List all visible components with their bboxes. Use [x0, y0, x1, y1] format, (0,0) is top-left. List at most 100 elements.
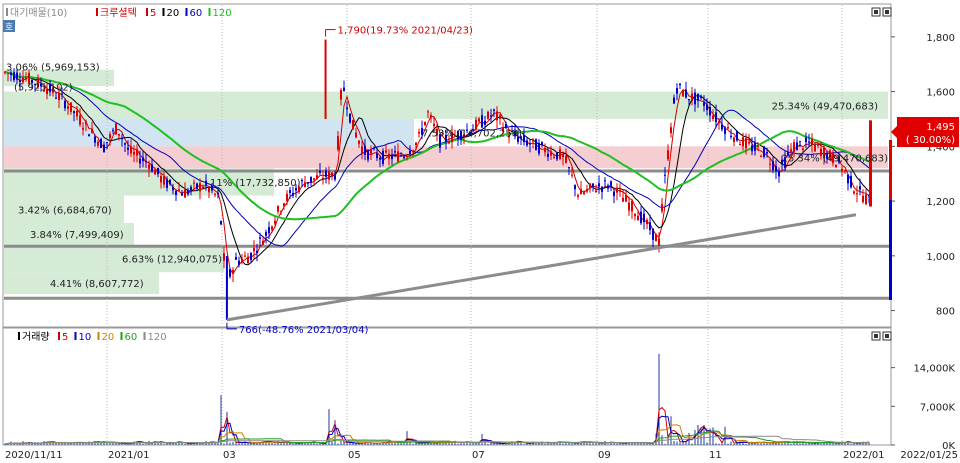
- trough-label: 766(-48.76% 2021/03/04): [239, 325, 369, 336]
- candle-body: [268, 227, 270, 234]
- candle-body: [484, 120, 486, 125]
- candle-body: [721, 124, 723, 130]
- candle-body: [703, 102, 705, 106]
- candle-body: [166, 179, 168, 188]
- candle-body: [682, 90, 684, 97]
- candle-body: [22, 77, 24, 83]
- candle-body: [547, 153, 549, 157]
- candle-body: [58, 93, 60, 101]
- candle-body: [127, 147, 129, 150]
- candle-body: [850, 176, 852, 188]
- candle-body: [496, 111, 498, 121]
- candle-body: [553, 156, 555, 158]
- candle-body: [673, 97, 675, 104]
- candle-body: [808, 141, 810, 143]
- candle-body: [325, 170, 327, 177]
- candle-body: [346, 107, 348, 110]
- candle-body: [664, 174, 666, 176]
- legend-swatch: [97, 332, 100, 340]
- last-price-pointer: [891, 126, 897, 138]
- candle-body: [124, 143, 126, 145]
- candle-body: [730, 135, 732, 138]
- candle-body: [670, 127, 672, 134]
- candle-body: [241, 258, 243, 263]
- candle-body: [106, 142, 108, 144]
- date-label: 11: [709, 450, 722, 461]
- candle-body: [625, 195, 627, 202]
- candle-body: [718, 121, 720, 124]
- band-label: 3.42% (6,684,670): [18, 205, 112, 216]
- legend-label: 120: [213, 8, 232, 19]
- legend-swatch: [6, 8, 8, 16]
- legend-swatch: [146, 8, 148, 16]
- candle-body: [859, 186, 861, 190]
- candle-body: [748, 141, 750, 144]
- candle-body: [310, 176, 312, 183]
- candle-body: [193, 182, 195, 184]
- band-label: 4.41% (8,607,772): [50, 279, 144, 290]
- candle-body: [328, 171, 330, 180]
- candle-body: [583, 192, 585, 195]
- candle-body: [139, 158, 141, 164]
- candle-body: [277, 205, 279, 212]
- candle-body: [376, 152, 378, 159]
- candle-body: [130, 146, 132, 154]
- candle-body: [79, 115, 81, 125]
- candle-body: [253, 248, 255, 252]
- candle-body: [91, 128, 93, 133]
- candle-body: [568, 167, 570, 169]
- price-tick-label: 800: [936, 307, 955, 318]
- candle-body: [775, 166, 777, 172]
- candle-body: [322, 177, 324, 179]
- candle-body: [55, 97, 57, 99]
- candle-body: [619, 189, 621, 191]
- volume-ma-10: [5, 415, 870, 445]
- legend-label: 거래량: [22, 331, 50, 343]
- candle-body: [841, 168, 843, 172]
- candle-body: [685, 89, 687, 98]
- candle-body: [757, 145, 759, 147]
- candle-body: [397, 151, 399, 162]
- candle-body: [736, 131, 738, 141]
- candle-body: [289, 189, 291, 193]
- volume-averages: [5, 406, 870, 445]
- band-label: 25.34% (49,470,683): [782, 153, 888, 164]
- candle-body: [259, 237, 261, 239]
- legend-swatch: [96, 8, 98, 16]
- candle-body: [67, 106, 69, 109]
- candle-body: [352, 119, 354, 130]
- candle-body: [691, 93, 693, 101]
- legend-label: 20: [167, 8, 180, 19]
- candle-body: [229, 269, 231, 277]
- date-label: 03: [223, 450, 236, 461]
- volume-bars: [4, 353, 870, 445]
- candle-body: [631, 200, 633, 212]
- candle-body: [544, 147, 546, 153]
- candle-body: [406, 156, 408, 158]
- candle-body: [85, 121, 87, 125]
- candle-body: [751, 145, 753, 152]
- price-tick-label: 1,800: [926, 33, 955, 44]
- candle-body: [220, 221, 222, 225]
- candle-body: [478, 118, 480, 122]
- candle-body: [115, 123, 117, 135]
- candle-body: [367, 150, 369, 160]
- date-label: 2022/01: [843, 450, 885, 461]
- date-label: 07: [472, 450, 485, 461]
- candle-body: [97, 141, 99, 146]
- candle-body: [592, 183, 594, 187]
- candle-body: [712, 115, 714, 120]
- right-edge-bar: [889, 200, 892, 300]
- candle-body: [424, 121, 426, 126]
- volume-axis: 14,000K7,000K0K: [891, 364, 955, 452]
- candle-body: [655, 234, 657, 242]
- candle-body: [25, 77, 27, 80]
- candle-body: [199, 183, 201, 192]
- candle-body: [430, 115, 432, 118]
- candle-body: [412, 150, 414, 152]
- candle-body: [766, 151, 768, 154]
- candle-body: [319, 170, 321, 173]
- candle-body: [13, 72, 15, 81]
- candle-body: [70, 102, 72, 112]
- candle-body: [82, 127, 84, 130]
